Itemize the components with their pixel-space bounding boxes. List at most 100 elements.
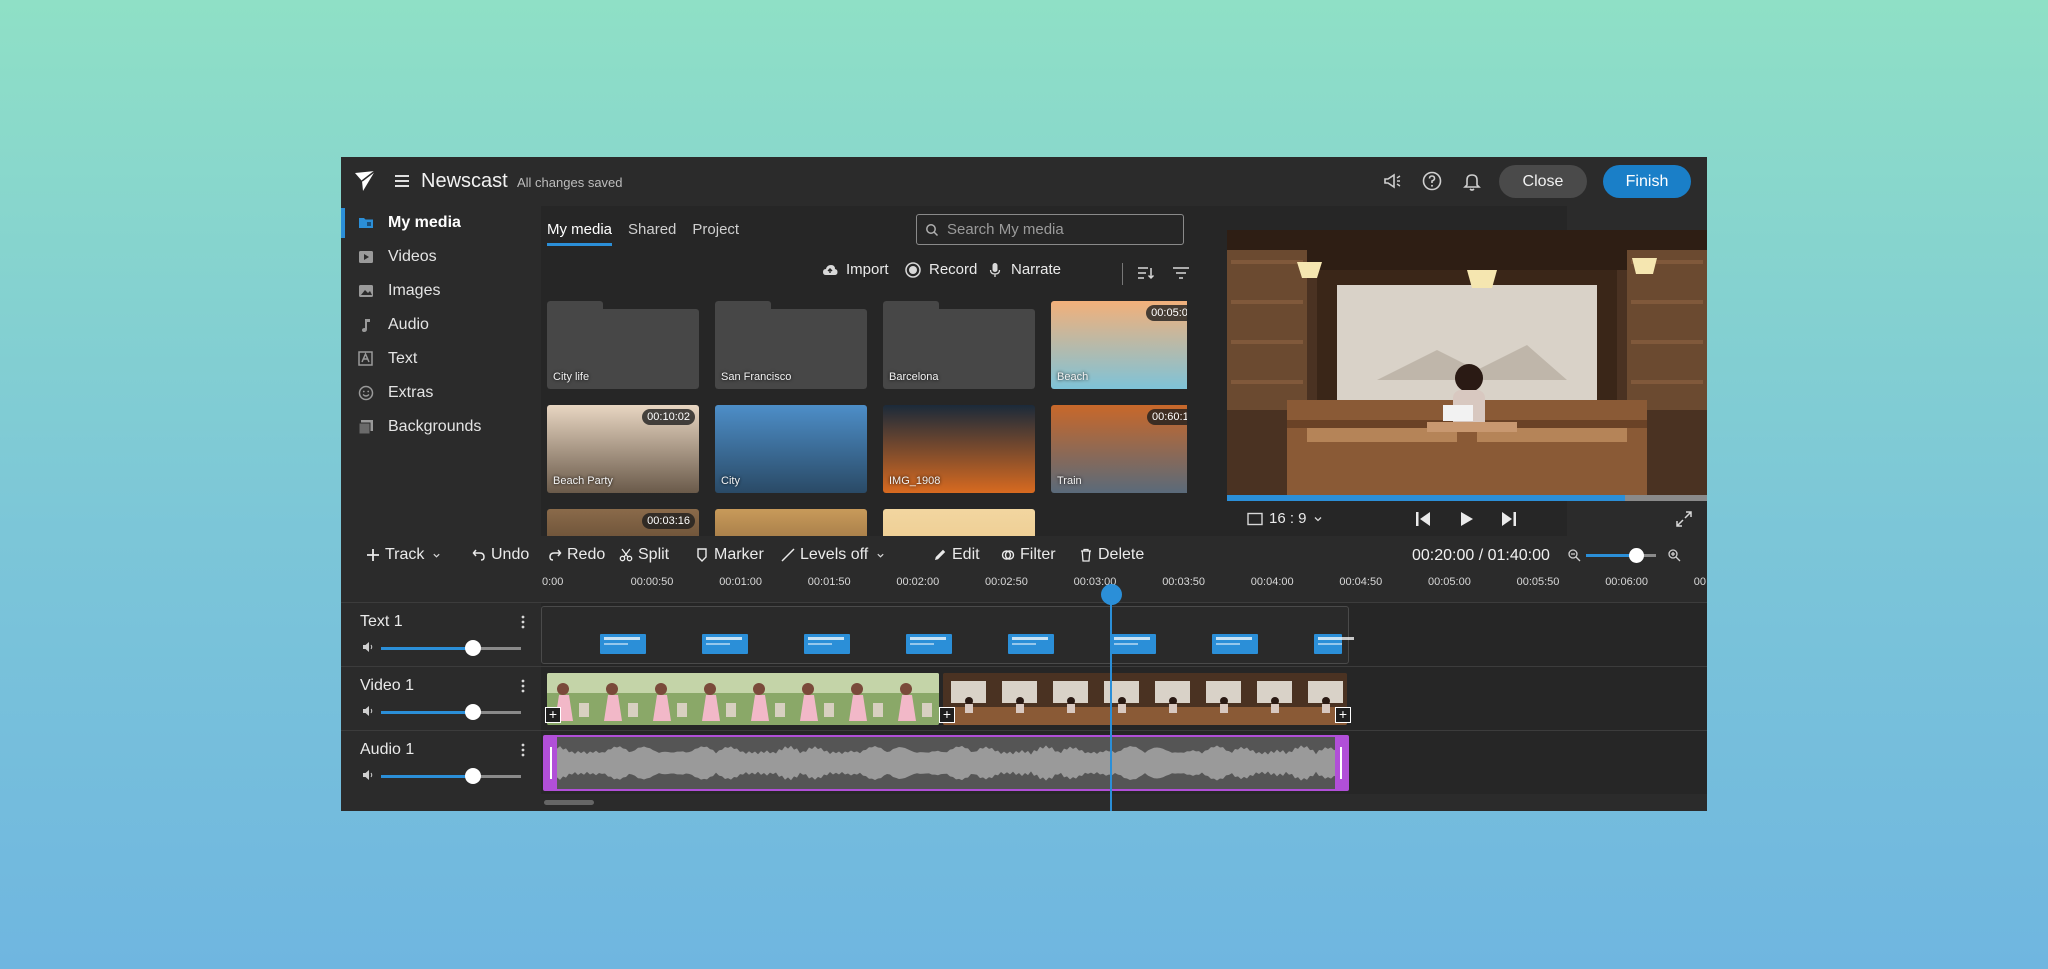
sidebar-item-backgrounds[interactable]: Backgrounds	[341, 410, 541, 444]
marker-button[interactable]: Marker	[695, 546, 764, 564]
delete-button[interactable]: Delete	[1079, 546, 1144, 564]
zoom-out-icon[interactable]	[1567, 548, 1581, 562]
media-folder[interactable]: San Francisco	[715, 301, 867, 389]
media-tile[interactable]: 00:10:02 Beach Party	[547, 405, 699, 493]
media-folder[interactable]: Barcelona	[883, 301, 1035, 389]
project-title[interactable]: Newscast	[421, 170, 508, 193]
more-vertical-icon[interactable]	[521, 615, 525, 629]
duration-badge: 00:05:08	[1146, 305, 1187, 321]
menu-icon[interactable]	[393, 172, 411, 190]
media-tile[interactable]	[883, 509, 1035, 536]
media-tile[interactable]: 00:60:11 Train	[1051, 405, 1187, 493]
filter-button[interactable]: Filter	[1001, 546, 1056, 564]
sidebar-item-my-media[interactable]: My media	[341, 206, 541, 240]
volume-icon[interactable]	[362, 705, 374, 717]
volume-slider[interactable]	[381, 768, 521, 784]
text-track-lane[interactable]	[541, 602, 1707, 666]
help-icon[interactable]	[1421, 170, 1443, 192]
filter-list-icon[interactable]	[1172, 265, 1190, 281]
tab-my-media[interactable]: My media	[547, 221, 613, 246]
finish-button[interactable]: Finish	[1603, 165, 1691, 198]
skip-back-icon[interactable]	[1413, 509, 1433, 529]
volume-slider-handle[interactable]	[465, 768, 482, 784]
sidebar-item-videos[interactable]: Videos	[341, 240, 541, 274]
text-clip[interactable]	[1314, 634, 1354, 654]
text-clip[interactable]	[1110, 634, 1156, 654]
audio-trim-handle-right[interactable]	[1335, 737, 1347, 789]
text-clip[interactable]	[600, 634, 646, 654]
text-clip[interactable]	[702, 634, 748, 654]
undo-button[interactable]: Undo	[472, 546, 529, 564]
volume-slider-handle[interactable]	[465, 640, 482, 656]
media-tile[interactable]: IMG_1908	[883, 405, 1035, 493]
marker-icon	[697, 548, 707, 562]
zoom-slider[interactable]	[1586, 548, 1656, 563]
play-icon[interactable]	[1456, 509, 1476, 529]
timeline-ruler[interactable]: 0:00 00:00:50 00:01:00 00:01:50 00:02:00 00:0…	[541, 574, 1707, 596]
track-name[interactable]: Text 1	[360, 613, 403, 631]
media-tile[interactable]: City	[715, 405, 867, 493]
audio-track-lane[interactable]	[541, 730, 1707, 794]
tab-project[interactable]: Project	[692, 221, 739, 246]
media-search[interactable]	[916, 214, 1184, 245]
split-button[interactable]: Split	[619, 546, 669, 564]
text-icon	[358, 351, 373, 366]
track-name[interactable]: Video 1	[360, 677, 414, 695]
aspect-ratio-select[interactable]: 16 : 9	[1247, 510, 1329, 527]
add-transition-button[interactable]: +	[1335, 707, 1351, 723]
audio-trim-handle-left[interactable]	[545, 737, 557, 789]
video-clip[interactable]	[943, 673, 1347, 725]
media-tile[interactable]: 00:05:08 Beach	[1051, 301, 1187, 389]
audio-clip[interactable]	[543, 735, 1349, 791]
media-tile[interactable]: 00:03:16	[547, 509, 699, 536]
notification-bell-icon[interactable]	[1461, 170, 1483, 192]
more-vertical-icon[interactable]	[521, 743, 525, 757]
playhead-handle[interactable]	[1101, 584, 1122, 605]
track-name[interactable]: Audio 1	[360, 741, 414, 759]
video-clip[interactable]	[547, 673, 939, 725]
edit-button[interactable]: Edit	[933, 546, 980, 564]
media-folder[interactable]: City life	[547, 301, 699, 389]
media-actions: Import Record Narrate	[541, 261, 1189, 287]
text-clip[interactable]	[1008, 634, 1054, 654]
narrate-button[interactable]: Narrate	[987, 261, 1061, 278]
add-transition-button[interactable]: +	[545, 707, 561, 723]
text-clip[interactable]	[804, 634, 850, 654]
text-clip[interactable]	[906, 634, 952, 654]
app-logo-icon[interactable]	[353, 169, 377, 193]
fullscreen-icon[interactable]	[1674, 509, 1694, 529]
add-track-button[interactable]: Track	[366, 546, 446, 564]
announcement-icon[interactable]	[1381, 170, 1403, 192]
sidebar-item-text[interactable]: Text	[341, 342, 541, 376]
text-clip-region[interactable]	[541, 606, 1354, 664]
add-transition-button[interactable]: +	[939, 707, 955, 723]
chevron-down-icon	[433, 553, 441, 558]
time-readout: 00:20:00 / 01:40:00	[1412, 547, 1550, 564]
skip-forward-icon[interactable]	[1499, 509, 1519, 529]
zoom-slider-handle[interactable]	[1629, 548, 1645, 563]
text-clip[interactable]	[1212, 634, 1258, 654]
volume-slider-handle[interactable]	[465, 704, 482, 720]
sidebar-item-extras[interactable]: Extras	[341, 376, 541, 410]
volume-icon[interactable]	[362, 769, 374, 781]
levels-select[interactable]: Levels off	[781, 546, 890, 564]
media-tile[interactable]	[715, 509, 867, 536]
preview-video[interactable]	[1227, 230, 1707, 495]
volume-slider[interactable]	[381, 704, 521, 720]
tab-shared[interactable]: Shared	[628, 221, 676, 246]
sort-icon[interactable]	[1137, 265, 1155, 281]
volume-slider[interactable]	[381, 640, 521, 656]
sidebar-item-images[interactable]: Images	[341, 274, 541, 308]
timeline-scrollbar[interactable]	[544, 800, 594, 805]
more-vertical-icon[interactable]	[521, 679, 525, 693]
close-button[interactable]: Close	[1499, 165, 1587, 198]
sidebar-item-audio[interactable]: Audio	[341, 308, 541, 342]
redo-button[interactable]: Redo	[548, 546, 605, 564]
zoom-in-icon[interactable]	[1667, 548, 1681, 562]
search-input[interactable]	[947, 221, 1167, 238]
record-button[interactable]: Record	[905, 261, 977, 278]
volume-icon[interactable]	[362, 641, 374, 653]
import-button[interactable]: Import	[822, 261, 889, 278]
action-divider	[1122, 263, 1123, 285]
video-track-lane[interactable]: + + +	[541, 666, 1707, 730]
